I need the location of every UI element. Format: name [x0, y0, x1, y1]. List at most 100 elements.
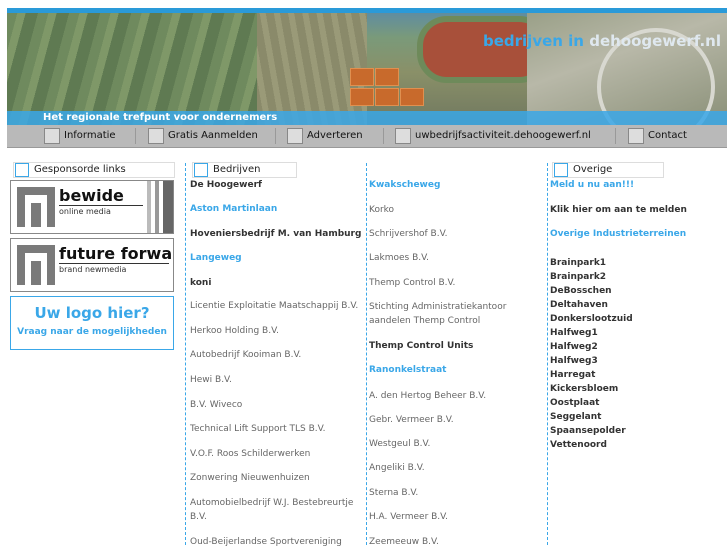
list-item[interactable]: Halfweg2 [550, 342, 598, 352]
list-item: Schrijvershof B.V. [369, 229, 448, 239]
nav-separator [383, 128, 384, 144]
nav-label: Contact [648, 130, 687, 141]
ad-placeholder[interactable]: Uw logo hier? Vraag naar de mogelijkhede… [10, 296, 174, 350]
header-banner: bedrijven in dehoogewerf.nl [7, 8, 727, 125]
list-item: Themp Control B.V. [369, 278, 456, 288]
list-item: Automobielbedrijf W.J. Bestebreurtje [190, 498, 354, 508]
list-item[interactable]: Hoveniersbedrijf M. van Hamburg [190, 229, 361, 239]
tagline-bar: Het regionale trefpunt voor ondernemers [7, 111, 727, 125]
other-heading-label: Overige [573, 164, 613, 175]
heading-bullet-icon [194, 163, 208, 177]
nav-label: uwbedrijfsactiviteit.dehoogewerf.nl [415, 130, 591, 141]
list-item: A. den Hertog Beheer B.V. [369, 391, 487, 401]
top-border [0, 0, 727, 8]
companies-heading-label: Bedrijven [213, 164, 261, 175]
ad-rule [59, 263, 169, 264]
list-item[interactable]: Halfweg3 [550, 356, 598, 366]
companies-heading: Bedrijven [192, 162, 297, 178]
section-link[interactable]: Ranonkelstraat [369, 365, 446, 375]
site-title: bedrijven in dehoogewerf.nl [483, 32, 721, 50]
ad-bewide[interactable]: bewide online media [10, 180, 174, 234]
list-item[interactable]: Brainpark1 [550, 258, 606, 268]
ad-sub: brand newmedia [59, 265, 127, 274]
list-item: H.A. Vermeer B.V. [369, 512, 449, 522]
ad-stripes [143, 181, 173, 233]
list-item[interactable]: De Hoogewerf [190, 180, 262, 190]
aerial-court [350, 88, 374, 106]
ad-future-forward[interactable]: future forward brand newmedia [10, 238, 174, 292]
nav-separator [135, 128, 136, 144]
heading-bullet-icon [554, 163, 568, 177]
nav-label: Gratis Aanmelden [168, 130, 258, 141]
section-link[interactable]: Kwakscheweg [369, 180, 440, 190]
ad-sub: online media [59, 207, 111, 216]
list-item[interactable]: Donkerslootzuid [550, 314, 633, 324]
sponsored-heading-label: Gesponsorde links [34, 164, 126, 175]
other-heading: Overige [552, 162, 664, 178]
list-item[interactable]: koni [190, 278, 211, 288]
list-item: Korko [369, 205, 395, 215]
nav-separator [615, 128, 616, 144]
list-item: Stichting Administratiekantoor [369, 302, 507, 312]
nav-label: Informatie [64, 130, 116, 141]
nav-bullet-icon [148, 128, 164, 144]
section-link[interactable]: Overige Industrieterreinen [550, 229, 686, 239]
ad-name: bewide [59, 186, 124, 205]
list-item[interactable]: Themp Control Units [369, 341, 473, 351]
nav-label: Adverteren [307, 130, 363, 141]
ad-rule [59, 205, 143, 206]
bewide-logo-icon [17, 187, 55, 227]
ad-placeholder-title: Uw logo hier? [34, 304, 150, 322]
list-item[interactable]: Deltahaven [550, 300, 608, 310]
list-item: B.V. [190, 512, 207, 522]
list-item: Angeliki B.V. [369, 463, 425, 473]
list-item: Technical Lift Support TLS B.V. [190, 424, 326, 434]
list-item: Licentie Exploitatie Maatschappij B.V. [190, 301, 359, 311]
list-item: Hewi B.V. [190, 375, 232, 385]
list-item[interactable]: Kickersbloem [550, 384, 618, 394]
list-item: Herkoo Holding B.V. [190, 326, 279, 336]
nav-bullet-icon [287, 128, 303, 144]
sponsored-heading: Gesponsorde links [13, 162, 175, 178]
list-item: Gebr. Vermeer B.V. [369, 415, 454, 425]
list-item[interactable]: Seggelant [550, 412, 601, 422]
site-title-domain: dehoogewerf.nl [589, 32, 721, 50]
list-item: B.V. Wiveco [190, 400, 243, 410]
list-item[interactable]: Halfweg1 [550, 328, 598, 338]
section-link[interactable]: Aston Martinlaan [190, 204, 277, 214]
section-link[interactable]: Meld u nu aan!!! [550, 180, 634, 190]
aerial-court [400, 88, 424, 106]
column-divider [547, 163, 548, 545]
column-divider [366, 163, 367, 545]
nav-bullet-icon [44, 128, 60, 144]
list-item[interactable]: Spaansepolder [550, 426, 626, 436]
list-item[interactable]: Vettenoord [550, 440, 607, 450]
list-item[interactable]: Harregat [550, 370, 595, 380]
column-divider [185, 163, 186, 545]
list-item: Westgeul B.V. [369, 439, 431, 449]
main-nav: Informatie Gratis Aanmelden Adverteren u… [7, 125, 727, 148]
list-item: Zonwering Nieuwenhuizen [190, 473, 310, 483]
list-item[interactable]: Brainpark2 [550, 272, 606, 282]
list-item: Oud-Beijerlandse Sportvereniging [190, 537, 342, 547]
ad-placeholder-sub: Vraag naar de mogelijkheden [17, 327, 167, 337]
site-title-prefix: bedrijven in [482, 32, 584, 50]
section-link[interactable]: Langeweg [190, 253, 242, 263]
aerial-court [350, 68, 374, 86]
heading-bullet-icon [15, 163, 29, 177]
list-item[interactable]: Oostplaat [550, 398, 599, 408]
nav-bullet-icon [395, 128, 411, 144]
future-forward-logo-icon [17, 245, 55, 285]
ad-name: future forward [59, 244, 173, 263]
nav-separator [275, 128, 276, 144]
list-item: Autobedrijf Kooiman B.V. [190, 350, 302, 360]
list-item[interactable]: DeBosschen [550, 286, 612, 296]
list-item: Zeemeeuw B.V. [369, 537, 439, 547]
tagline: Het regionale trefpunt voor ondernemers [43, 112, 278, 123]
list-item: V.O.F. Roos Schilderwerken [190, 449, 311, 459]
list-item: Lakmoes B.V. [369, 253, 429, 263]
list-item[interactable]: Klik hier om aan te melden [550, 205, 687, 215]
nav-bullet-icon [628, 128, 644, 144]
aerial-court [375, 88, 399, 106]
list-item: aandelen Themp Control [369, 316, 481, 326]
